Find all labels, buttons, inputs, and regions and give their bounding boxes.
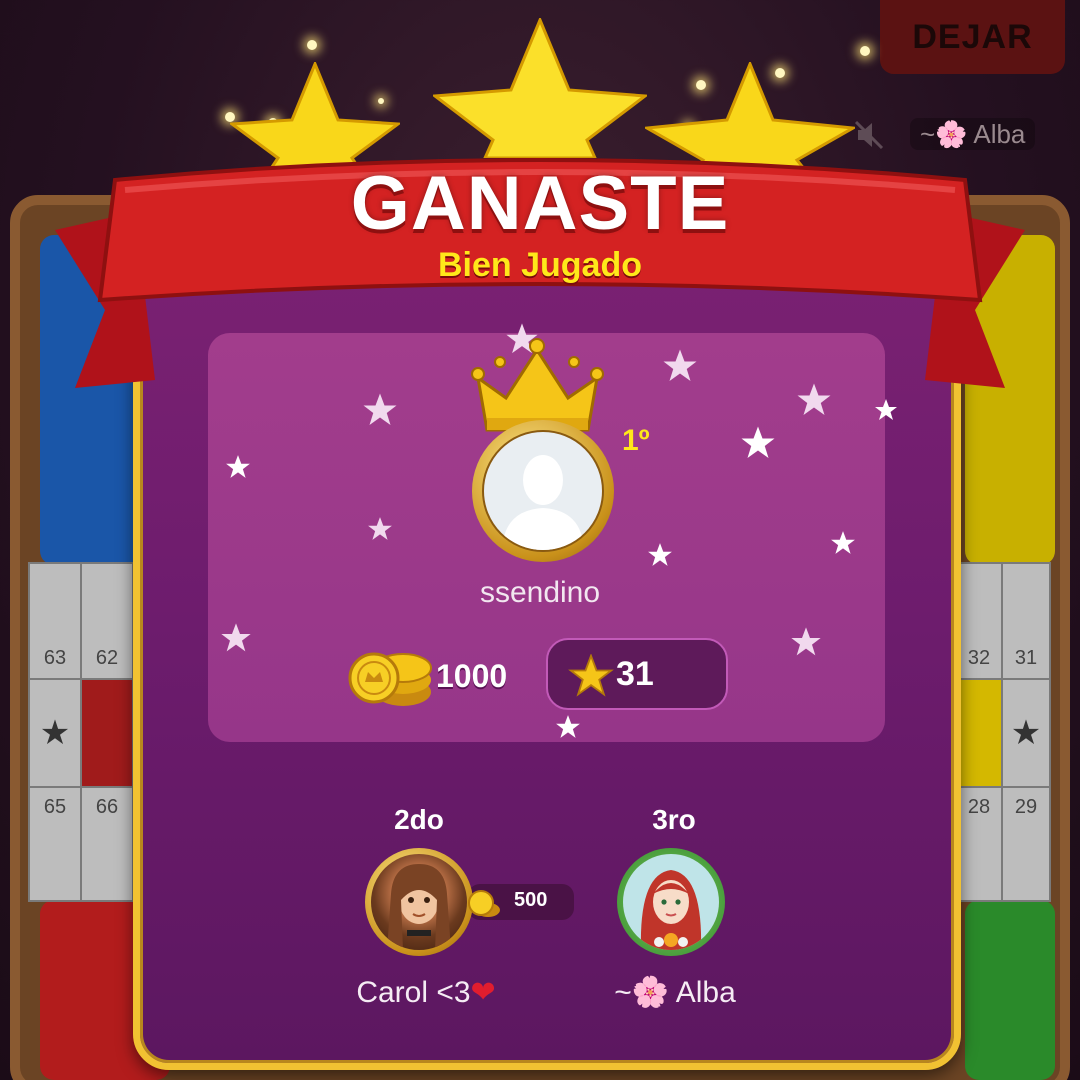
third-rank: 3ro — [652, 804, 696, 835]
mute-icon[interactable] — [852, 118, 886, 152]
second-prize: 500 — [514, 889, 548, 911]
board-cell — [80, 678, 134, 788]
sparkle — [307, 40, 317, 50]
decor-star-icon — [363, 393, 397, 425]
decor-star-icon — [221, 623, 251, 652]
result-title: GANASTE — [350, 161, 730, 246]
sparkle — [860, 46, 870, 56]
winner-rank: 1º — [622, 424, 650, 457]
second-rank: 2do — [394, 804, 444, 835]
heart-icon: ❤ — [470, 976, 496, 1009]
decor-star-icon — [741, 426, 775, 458]
decor-star-icon — [556, 715, 580, 738]
decor-star-icon — [875, 399, 897, 420]
board-cell: 66 — [80, 786, 134, 902]
decor-star-icon — [797, 383, 831, 415]
result-star-icon — [433, 18, 647, 158]
decor-star-icon — [791, 627, 821, 656]
coins-icon — [348, 652, 432, 706]
decor-star-icon — [226, 455, 250, 478]
second-player-name-text: Carol <3 — [356, 976, 471, 1009]
coin-icon — [468, 890, 500, 917]
default-profile-icon — [502, 455, 584, 550]
player-portrait — [387, 864, 451, 950]
decor-star-icon — [663, 349, 697, 381]
board-cell: 28 — [955, 786, 1003, 902]
decor-star-icon — [368, 517, 392, 540]
winner-name: ssendino — [479, 576, 601, 609]
third-player-avatar — [617, 848, 725, 956]
board-cell: 29 — [1001, 786, 1051, 902]
player-portrait — [640, 870, 702, 950]
third-player-name: ~🌸 Alba — [614, 976, 736, 1009]
decor-star-icon — [831, 531, 855, 554]
board-cell — [955, 678, 1003, 788]
result-subtitle: Bien Jugado — [437, 246, 643, 284]
winner-avatar — [472, 420, 614, 562]
decor-star-icon — [648, 543, 672, 566]
opponent-name-tag: ~🌸 Alba — [910, 118, 1036, 150]
star-cell-icon: ★ — [28, 678, 82, 788]
board-cell: 65 — [28, 786, 82, 902]
green-home — [965, 900, 1055, 1080]
leave-button[interactable]: DEJAR — [880, 0, 1065, 74]
winner-stars: 31 — [616, 655, 654, 693]
winner-coins: 1000 — [436, 658, 508, 694]
star-cell-icon: ★ — [1001, 678, 1051, 788]
second-player-name: Carol <3❤ — [296, 975, 556, 1010]
second-player-avatar — [365, 848, 473, 956]
star-icon — [568, 654, 614, 697]
